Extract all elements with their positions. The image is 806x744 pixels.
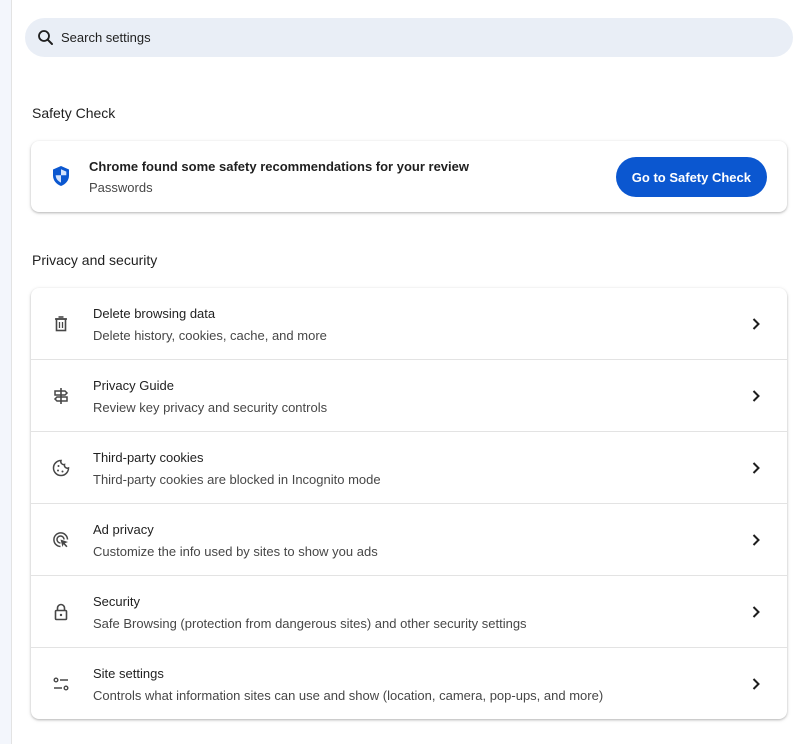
chevron-right-icon <box>752 534 760 546</box>
search-icon <box>38 30 53 45</box>
privacy-and-security-card: Delete browsing data Delete history, coo… <box>31 288 787 719</box>
chevron-right-icon <box>752 462 760 474</box>
row-title: Privacy Guide <box>93 378 174 393</box>
chevron-right-icon <box>752 390 760 402</box>
row-subtitle: Controls what information sites can use … <box>93 688 604 703</box>
section-title-safety-check: Safety Check <box>32 105 116 121</box>
safety-check-title: Chrome found some safety recommendations… <box>89 159 469 174</box>
row-third-party-cookies[interactable]: Third-party cookies Third-party cookies … <box>31 431 787 503</box>
chevron-right-icon <box>752 606 760 618</box>
section-title-privacy-and-security: Privacy and security <box>32 252 158 268</box>
row-security[interactable]: Security Safe Browsing (protection from … <box>31 575 787 647</box>
row-subtitle: Delete history, cookies, cache, and more <box>93 328 327 343</box>
row-delete-browsing-data[interactable]: Delete browsing data Delete history, coo… <box>31 288 787 359</box>
cookie-icon <box>52 459 70 477</box>
safety-check-card: Chrome found some safety recommendations… <box>31 141 787 212</box>
trash-icon <box>55 316 67 332</box>
tune-icon <box>53 677 69 691</box>
row-subtitle: Safe Browsing (protection from dangerous… <box>93 616 527 631</box>
signpost-icon <box>53 388 69 404</box>
shield-icon <box>53 166 69 186</box>
search-input[interactable] <box>61 30 761 45</box>
ad-privacy-icon <box>53 532 69 548</box>
row-title: Site settings <box>93 666 164 681</box>
safety-check-subtitle: Passwords <box>89 180 153 195</box>
search-bar[interactable] <box>25 18 793 57</box>
left-panel-edge <box>0 0 12 744</box>
row-privacy-guide[interactable]: Privacy Guide Review key privacy and sec… <box>31 359 787 431</box>
row-title: Third-party cookies <box>93 450 204 465</box>
row-subtitle: Customize the info used by sites to show… <box>93 544 378 559</box>
row-ad-privacy[interactable]: Ad privacy Customize the info used by si… <box>31 503 787 575</box>
row-title: Ad privacy <box>93 522 154 537</box>
row-subtitle: Third-party cookies are blocked in Incog… <box>93 472 381 487</box>
lock-icon <box>54 603 68 621</box>
row-title: Security <box>93 594 140 609</box>
chevron-right-icon <box>752 678 760 690</box>
row-site-settings[interactable]: Site settings Controls what information … <box>31 647 787 719</box>
go-to-safety-check-button[interactable]: Go to Safety Check <box>615 157 767 197</box>
row-title: Delete browsing data <box>93 306 216 321</box>
row-subtitle: Review key privacy and security controls <box>93 400 328 415</box>
chevron-right-icon <box>752 318 760 330</box>
